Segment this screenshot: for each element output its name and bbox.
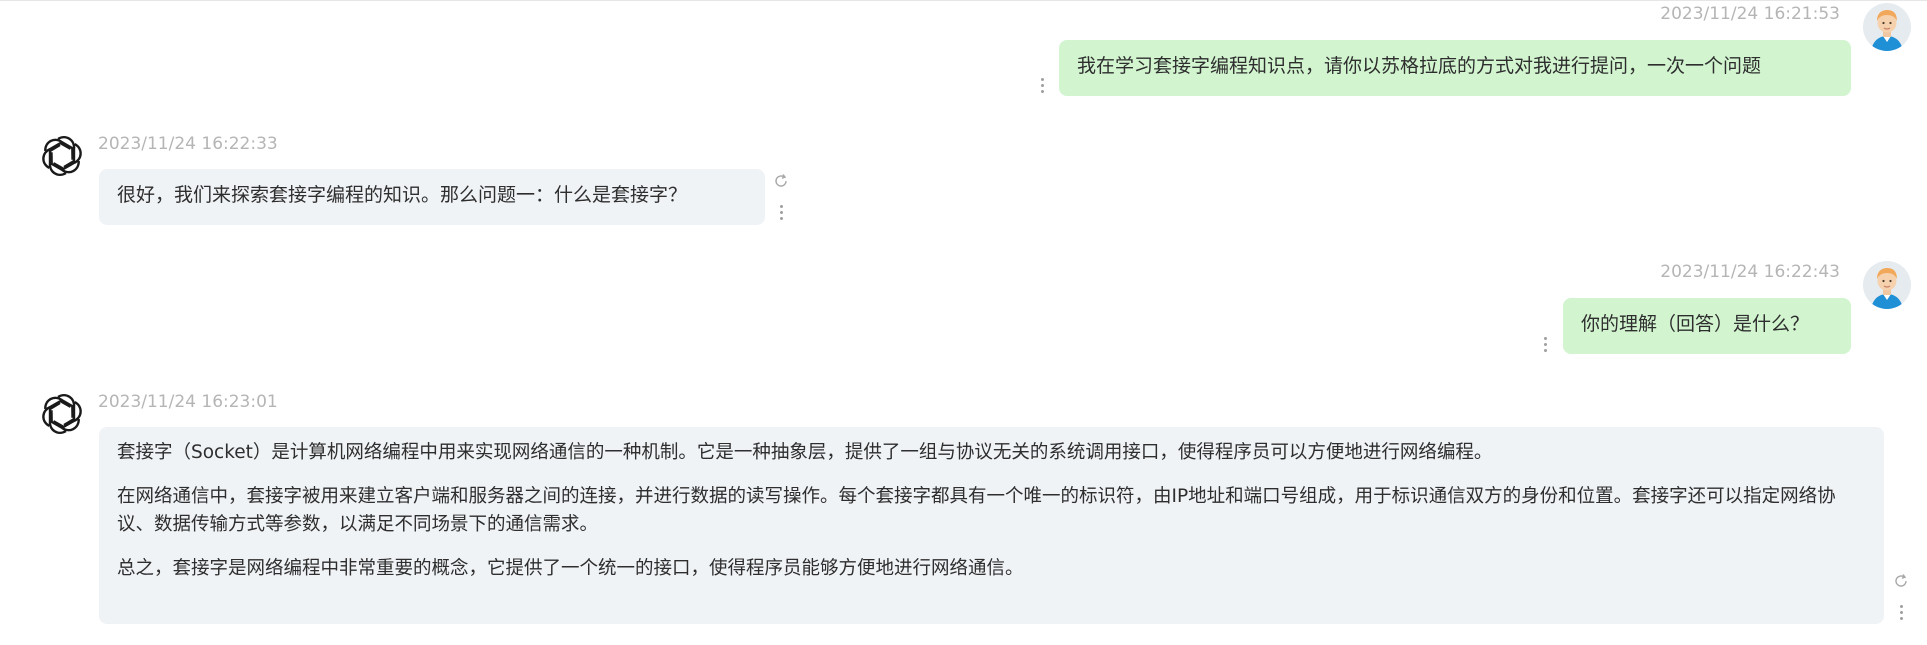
message-paragraph: 很好，我们来探索套接字编程的知识。那么问题一：什么是套接字？ (117, 184, 688, 206)
user-avatar-icon[interactable] (1863, 3, 1911, 51)
message-timestamp: 2023/11/24 16:23:01 (98, 392, 278, 412)
more-options-icon[interactable] (1542, 337, 1548, 355)
user-message-bubble: 我在学习套接字编程知识点，请你以苏格拉底的方式对我进行提问，一次一个问题 (1059, 40, 1851, 96)
assistant-message-bubble: 套接字（Socket）是计算机网络编程中用来实现网络通信的一种机制。它是一种抽象… (99, 427, 1884, 624)
user-message-bubble: 你的理解（回答）是什么？ (1563, 298, 1851, 354)
message-paragraph: 在网络通信中，套接字被用来建立客户端和服务器之间的连接，并进行数据的读写操作。每… (117, 486, 1836, 535)
openai-logo-icon (40, 134, 84, 178)
regenerate-icon[interactable] (772, 172, 790, 190)
message-timestamp: 2023/11/24 16:22:43 (1660, 262, 1840, 282)
message-paragraph: 总之，套接字是网络编程中非常重要的概念，它提供了一个统一的接口，使得程序员能够方… (117, 558, 1024, 579)
message-timestamp: 2023/11/24 16:22:33 (98, 134, 278, 154)
more-options-icon[interactable] (1039, 78, 1045, 96)
message-paragraph: 套接字（Socket）是计算机网络编程中用来实现网络通信的一种机制。它是一种抽象… (117, 442, 1493, 463)
more-options-icon[interactable] (1898, 605, 1904, 623)
top-divider (0, 0, 1927, 1)
more-options-icon[interactable] (778, 205, 784, 223)
regenerate-icon[interactable] (1892, 572, 1910, 590)
assistant-message-bubble: 很好，我们来探索套接字编程的知识。那么问题一：什么是套接字？ (99, 169, 765, 225)
openai-logo-icon (40, 392, 84, 436)
message-timestamp: 2023/11/24 16:21:53 (1660, 4, 1840, 24)
chat-conversation: 2023/11/24 16:21:53 我在学习套接字编程知识点，请你以苏格拉底… (0, 0, 1927, 645)
user-avatar-icon[interactable] (1863, 261, 1911, 309)
